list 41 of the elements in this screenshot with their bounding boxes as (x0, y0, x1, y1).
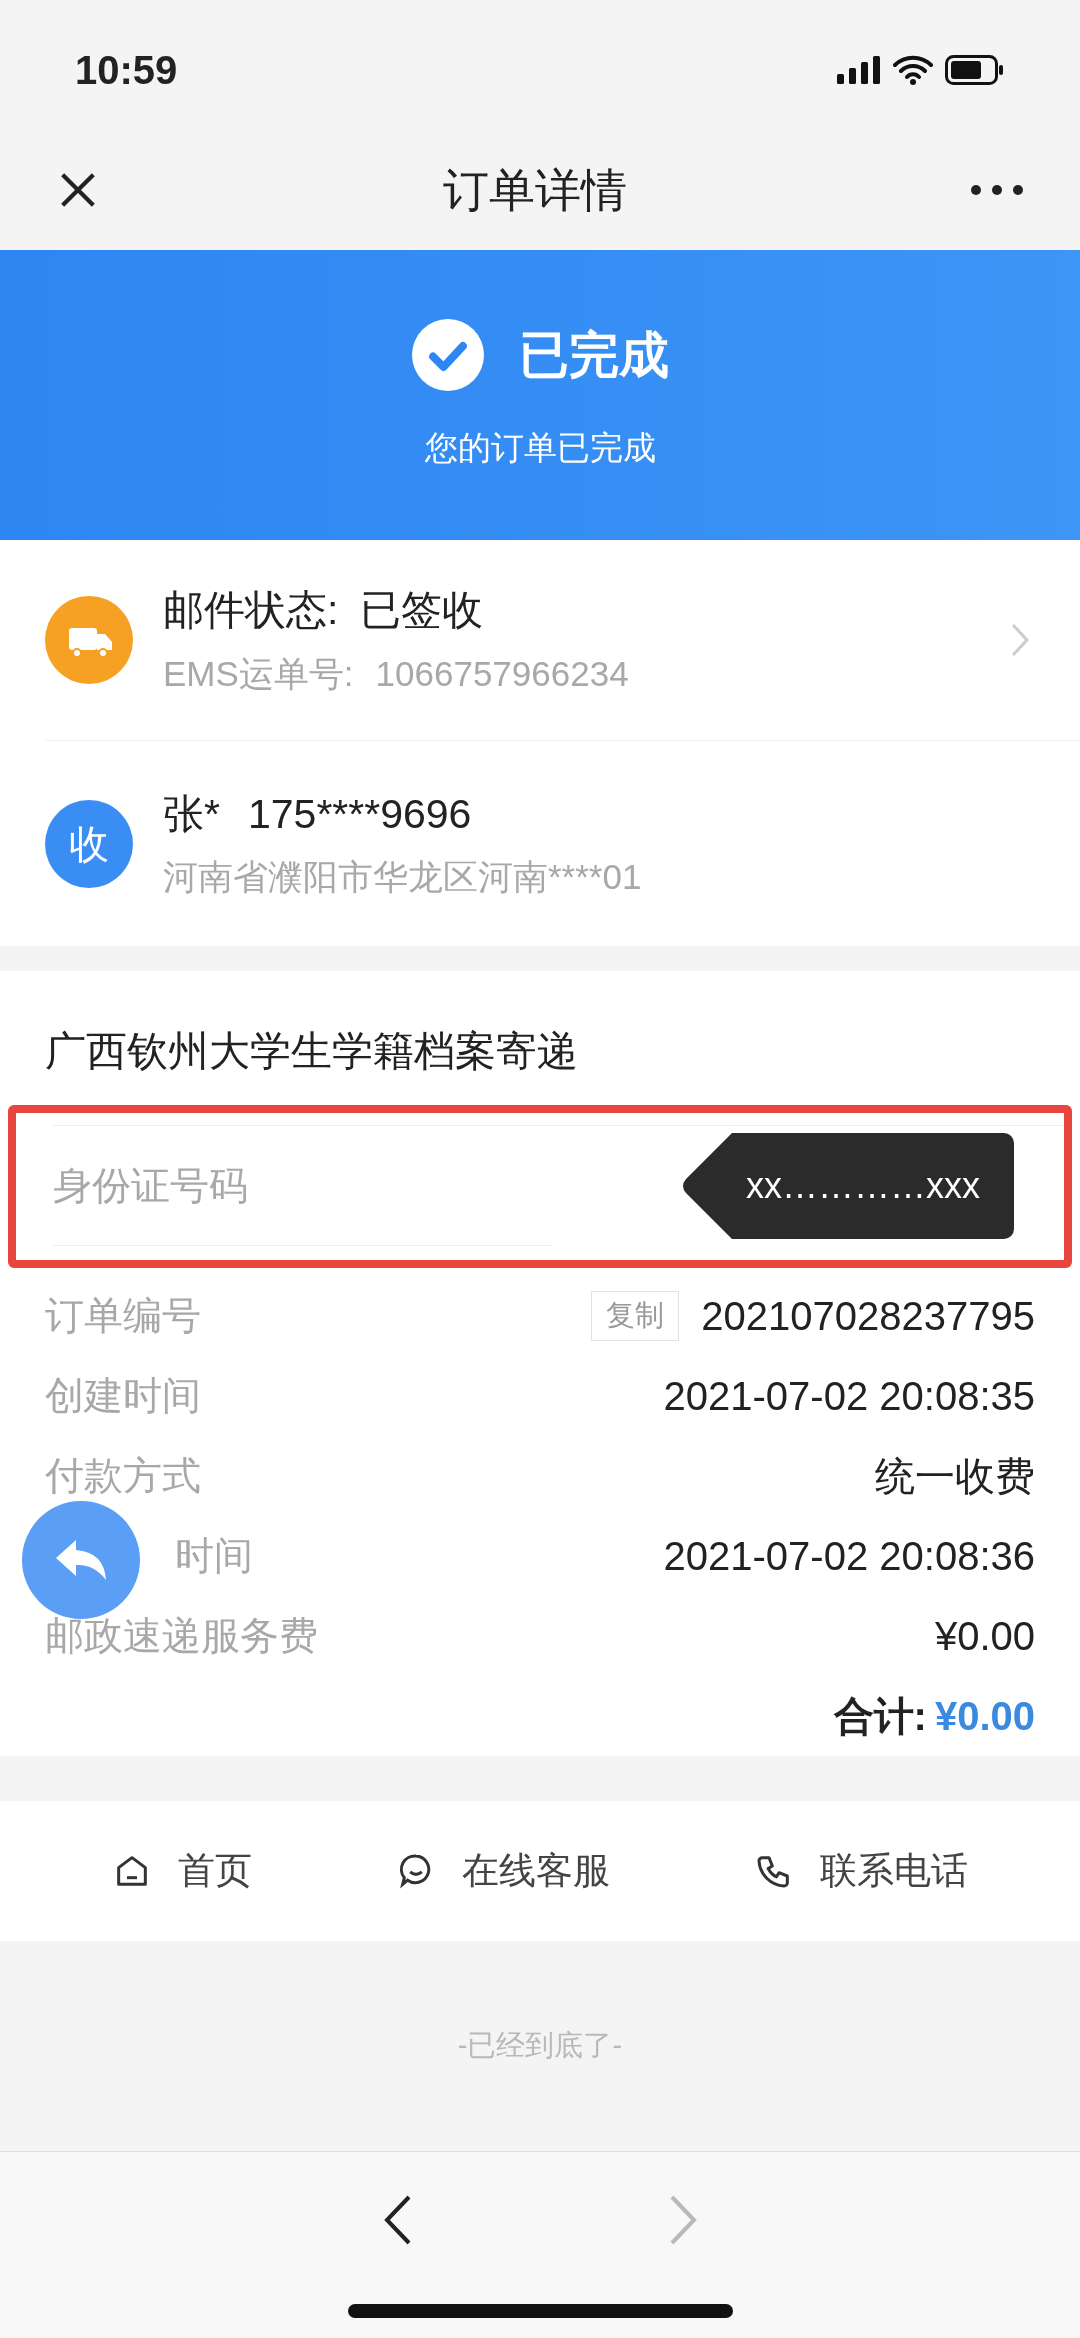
tracking-label: EMS运单号: (163, 652, 354, 695)
mail-status-label: 邮件状态: (163, 586, 339, 635)
detail-value: 202107028237795 (701, 1293, 1035, 1340)
bottom-nav-item[interactable]: 在线客服 (396, 1843, 610, 1899)
check-circle-icon (411, 319, 484, 392)
end-of-list-text: -已经到底了- (457, 2028, 623, 2064)
detail-label: 订单编号 (45, 1292, 201, 1339)
recipient-address: 河南省濮阳市华龙区河南****01 (163, 856, 642, 898)
recipient-phone: 175****9696 (247, 789, 472, 839)
back-icon[interactable] (382, 2193, 413, 2246)
tag-point-icon (682, 1133, 732, 1240)
total-value: ¥0.00 (934, 1693, 1035, 1740)
truck-icon (45, 596, 133, 684)
detail-label: 时间 (175, 1532, 253, 1579)
tracking-number: 1066757966234 (375, 652, 629, 695)
shipment-row[interactable]: 邮件状态: 已签收 EMS运单号: 1066757966234 (0, 540, 1080, 740)
detail-value: 2021-07-02 20:08:35 (663, 1373, 1035, 1420)
banner-subtitle: 您的订单已完成 (424, 427, 656, 468)
detail-label: 付款方式 (45, 1452, 201, 1499)
order-title: 广西钦州大学生学籍档案寄递 (44, 1027, 579, 1076)
wifi-icon (893, 55, 933, 85)
reply-icon (54, 1538, 108, 1582)
id-number-label: 身份证号码 (53, 1163, 248, 1209)
bottom-nav-item[interactable]: 联系电话 (754, 1843, 968, 1899)
recipient-name: 张* (163, 789, 220, 839)
chevron-right-icon (1010, 622, 1030, 658)
signal-icon (837, 56, 881, 84)
detail-value: 统一收费 (875, 1453, 1035, 1500)
detail-value: 2021-07-02 20:08:36 (663, 1533, 1035, 1580)
total-label: 合计: (833, 1693, 927, 1740)
mail-status-value: 已签收 (360, 586, 484, 635)
more-icon[interactable] (969, 183, 1025, 197)
detail-value: ¥0.00 (934, 1613, 1035, 1660)
recipient-badge: 收 (45, 799, 133, 888)
detail-label: 创建时间 (45, 1372, 201, 1419)
detail-label: 邮政速递服务费 (45, 1612, 318, 1659)
battery-icon (945, 55, 1005, 85)
bottom-nav-item[interactable]: 首页 (112, 1843, 252, 1899)
page-title: 订单详情 (443, 162, 627, 218)
status-time: 10:59 (75, 47, 178, 94)
banner-title: 已完成 (518, 325, 669, 385)
